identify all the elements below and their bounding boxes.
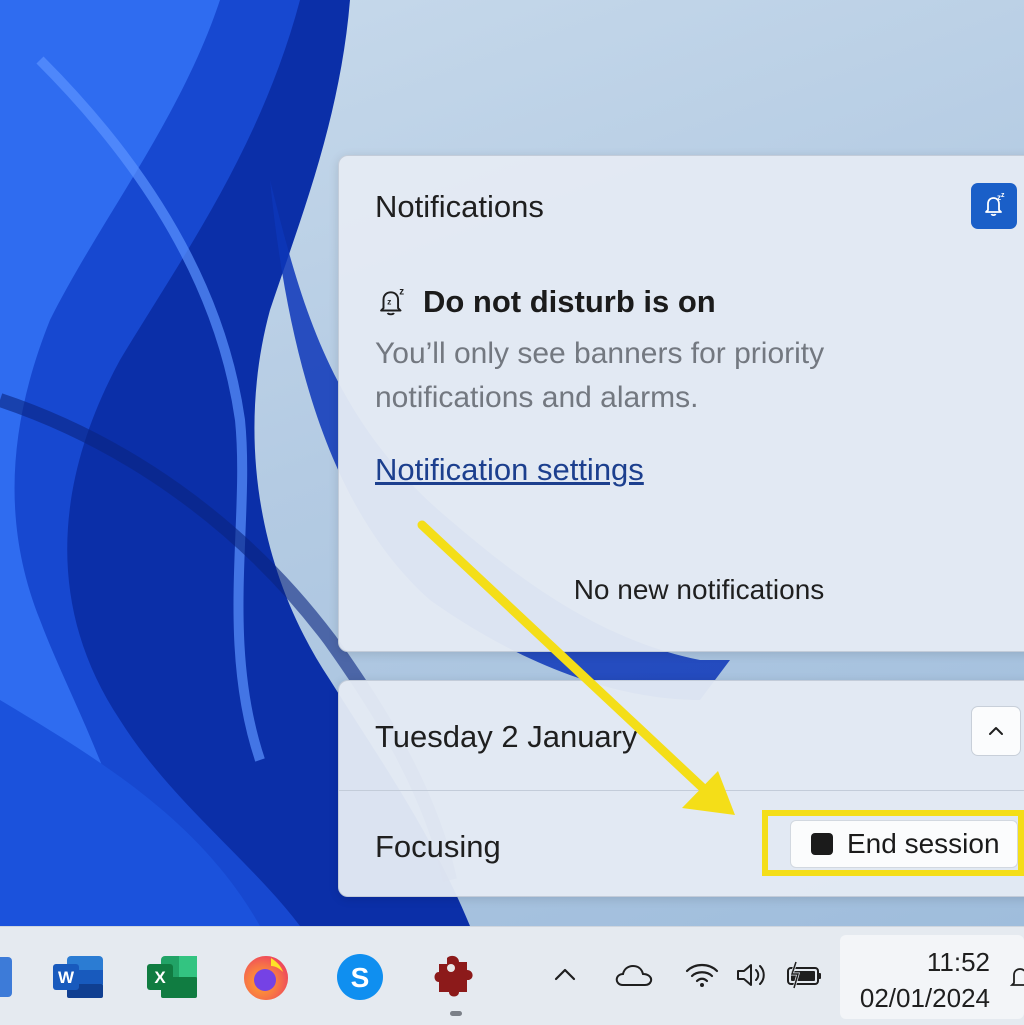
- empty-notifications-message: No new notifications: [573, 574, 825, 605]
- svg-text:W: W: [58, 968, 75, 987]
- svg-text:X: X: [154, 968, 166, 987]
- battery-button[interactable]: [782, 957, 826, 993]
- svg-text:z: z: [399, 287, 404, 298]
- panel-title: Notifications: [375, 189, 544, 224]
- notifications-panel: Notifications z z z z Do not disturb is …: [338, 155, 1024, 652]
- taskbar-excel[interactable]: X: [146, 951, 198, 1003]
- svg-text:S: S: [351, 962, 370, 993]
- dnd-status: z z Do not disturb is on: [375, 284, 716, 320]
- clock-time: 11:52: [926, 947, 990, 977]
- clock-date: 02/01/2024: [859, 983, 990, 1013]
- bell-snooze-icon: z z: [380, 287, 404, 316]
- battery-icon: [787, 961, 821, 989]
- bell-snooze-icon: z z: [985, 192, 1005, 217]
- volume-button[interactable]: [732, 957, 772, 993]
- skype-icon: S: [337, 954, 383, 1000]
- collapse-calendar-button[interactable]: [971, 706, 1021, 756]
- onedrive-button[interactable]: [612, 957, 656, 993]
- firefox-icon: [244, 956, 288, 1000]
- running-indicator: [450, 1011, 462, 1016]
- puzzle-icon: [434, 955, 473, 997]
- svg-text:z: z: [1001, 192, 1005, 199]
- word-icon: W: [53, 956, 103, 998]
- taskbar-word[interactable]: W: [52, 951, 104, 1003]
- volume-icon: [737, 964, 765, 986]
- notification-settings-link[interactable]: Notification settings: [375, 452, 644, 488]
- excel-icon: X: [147, 956, 197, 998]
- dnd-heading: Do not disturb is on: [423, 284, 716, 319]
- taskbar-app[interactable]: [428, 951, 480, 1003]
- taskbar-clock[interactable]: 11:52 02/01/2024: [840, 935, 1024, 1019]
- taskbar-firefox[interactable]: [240, 951, 292, 1003]
- show-hidden-icons-button[interactable]: [550, 957, 580, 993]
- calendar-date: Tuesday 2 January: [375, 719, 638, 754]
- focus-session-label: Focusing: [375, 829, 501, 864]
- wifi-icon: [685, 963, 719, 987]
- do-not-disturb-toggle[interactable]: z z: [971, 183, 1017, 229]
- cloud-icon: [615, 964, 653, 986]
- svg-text:z: z: [387, 296, 391, 306]
- chevron-up-icon: [554, 968, 576, 981]
- taskbar-skype[interactable]: S: [334, 951, 386, 1003]
- bell-snooze-icon: [1009, 968, 1024, 986]
- wifi-button[interactable]: [682, 957, 722, 993]
- partial-app-icon[interactable]: [0, 957, 12, 997]
- highlight-box: [762, 810, 1024, 876]
- taskbar: W X S 11:52 02/01/2024: [0, 926, 1024, 1025]
- chevron-up-icon: [989, 727, 1003, 735]
- dnd-description: You’ll only see banners for priority not…: [375, 337, 825, 414]
- panel-divider: [339, 790, 1024, 791]
